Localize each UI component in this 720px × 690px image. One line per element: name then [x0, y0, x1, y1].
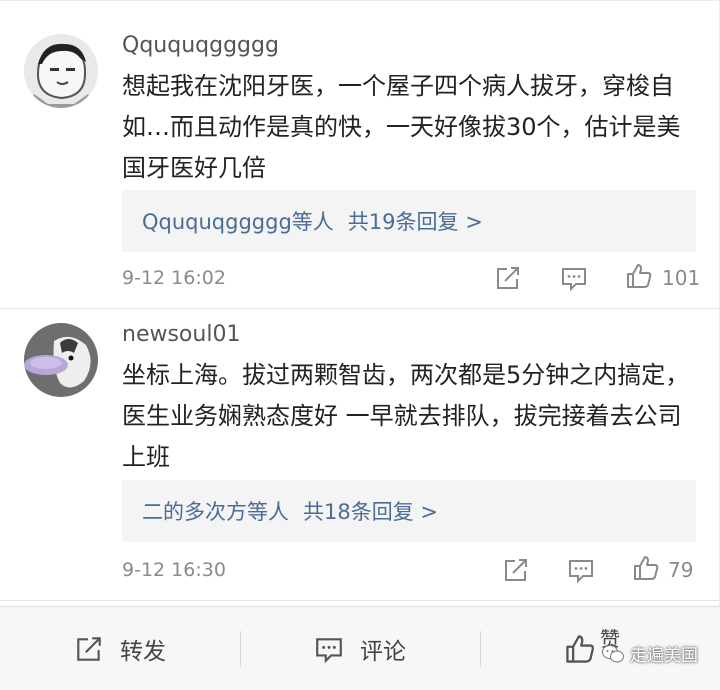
reply-summary[interactable]: Qququqggggg等人 共19条回复 > — [122, 190, 696, 252]
comment-username[interactable]: newsoul01 — [122, 322, 240, 347]
repost-icon[interactable] — [494, 264, 522, 292]
like-count: 101 — [662, 266, 701, 290]
reply-users: 二的多次方等人 — [142, 500, 289, 524]
watermark: 走遍美国 — [602, 641, 698, 666]
comment-timestamp: 9-12 16:30 — [122, 559, 226, 581]
wechat-icon — [602, 644, 624, 662]
comment-divider — [0, 600, 720, 601]
like-count: 79 — [668, 558, 694, 582]
watermark-text: 走遍美国 — [630, 646, 698, 666]
repost-icon[interactable] — [502, 556, 530, 584]
thumbs-up-icon — [566, 634, 594, 663]
bar-divider — [240, 631, 241, 667]
reply-count: 共19条回复 > — [347, 210, 483, 234]
comment-timestamp: 9-12 16:02 — [122, 267, 226, 289]
comment-icon[interactable] — [567, 556, 595, 584]
comment-text: 想起我在沈阳牙医，一个屋子四个病人拔牙，穿梭自如…而且动作是真的快，一天好像拔3… — [122, 72, 681, 182]
thumbs-up-icon[interactable] — [625, 262, 653, 290]
top-border — [0, 0, 720, 1]
reply-summary[interactable]: 二的多次方等人 共18条回复 > — [122, 480, 696, 542]
comment-label: 评论 — [360, 638, 406, 665]
comment-icon[interactable] — [560, 264, 588, 292]
avatar[interactable] — [24, 34, 98, 108]
thumbs-up-icon[interactable] — [632, 554, 660, 582]
comment-divider — [0, 308, 720, 309]
bar-divider — [480, 631, 481, 667]
comment-text: 坐标上海。拔过两颗智齿，两次都是5分钟之内搞定，医生业务娴熟态度好 一早就去排队… — [122, 361, 690, 471]
comment-username[interactable]: Qququqggggg — [122, 33, 279, 58]
reply-count: 共18条回复 > — [303, 500, 438, 524]
reply-users: Qququqggggg等人 — [142, 210, 334, 234]
comment-button[interactable]: 评论 — [314, 607, 406, 690]
repost-icon — [77, 636, 101, 661]
repost-button[interactable]: 转发 — [74, 607, 166, 690]
comment-icon — [316, 637, 342, 663]
avatar[interactable] — [24, 323, 98, 397]
bottom-action-bar: 转发 评论 赞 走遍美国 — [0, 606, 720, 690]
repost-label: 转发 — [120, 638, 166, 665]
